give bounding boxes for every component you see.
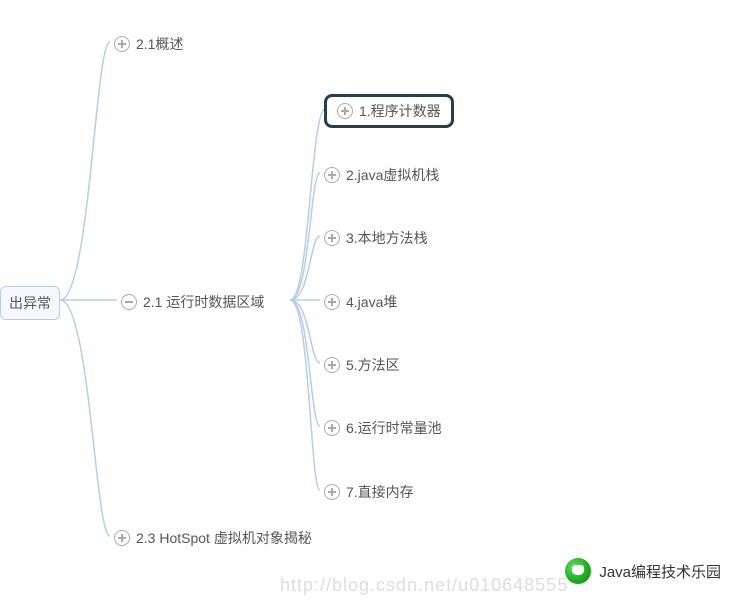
expand-icon[interactable]: [324, 230, 340, 246]
brand-label: Java编程技术乐园: [599, 561, 721, 582]
node-label: 2.3 HotSpot 虚拟机对象揭秘: [136, 528, 312, 548]
collapse-icon[interactable]: [121, 294, 137, 310]
node-native-method-stack[interactable]: 3.本地方法栈: [318, 224, 434, 252]
expand-icon[interactable]: [114, 36, 130, 52]
node-label: 3.本地方法栈: [346, 228, 428, 248]
brand-badge: Java编程技术乐园: [565, 558, 721, 584]
node-label: 5.方法区: [346, 355, 400, 375]
node-2-1-overview[interactable]: 2.1概述: [108, 30, 189, 58]
root-label: 出异常: [9, 293, 51, 313]
node-java-heap[interactable]: 4.java堆: [318, 288, 403, 316]
node-direct-memory[interactable]: 7.直接内存: [318, 478, 420, 506]
root-node[interactable]: 出异常: [0, 286, 60, 320]
expand-icon[interactable]: [324, 420, 340, 436]
expand-icon[interactable]: [337, 103, 353, 119]
watermark-text: http://blog.csdn.net/u010648555: [280, 575, 568, 596]
node-2-3-hotspot[interactable]: 2.3 HotSpot 虚拟机对象揭秘: [108, 524, 318, 552]
expand-icon[interactable]: [324, 484, 340, 500]
node-runtime-constant-pool[interactable]: 6.运行时常量池: [318, 414, 448, 442]
node-label: 4.java堆: [346, 292, 397, 312]
expand-icon[interactable]: [324, 357, 340, 373]
node-label: 2.1 运行时数据区域: [143, 292, 264, 312]
node-label: 2.1概述: [136, 34, 183, 54]
node-2-1-runtime-data-areas[interactable]: 2.1 运行时数据区域: [115, 288, 270, 316]
wechat-icon: [565, 558, 591, 584]
node-label: 2.java虚拟机栈: [346, 165, 439, 185]
node-method-area[interactable]: 5.方法区: [318, 351, 406, 379]
node-program-counter[interactable]: 1.程序计数器: [324, 94, 454, 128]
node-label: 1.程序计数器: [359, 101, 441, 121]
expand-icon[interactable]: [114, 530, 130, 546]
node-label: 6.运行时常量池: [346, 418, 442, 438]
node-java-vm-stack[interactable]: 2.java虚拟机栈: [318, 161, 445, 189]
expand-icon[interactable]: [324, 294, 340, 310]
node-label: 7.直接内存: [346, 482, 414, 502]
expand-icon[interactable]: [324, 167, 340, 183]
